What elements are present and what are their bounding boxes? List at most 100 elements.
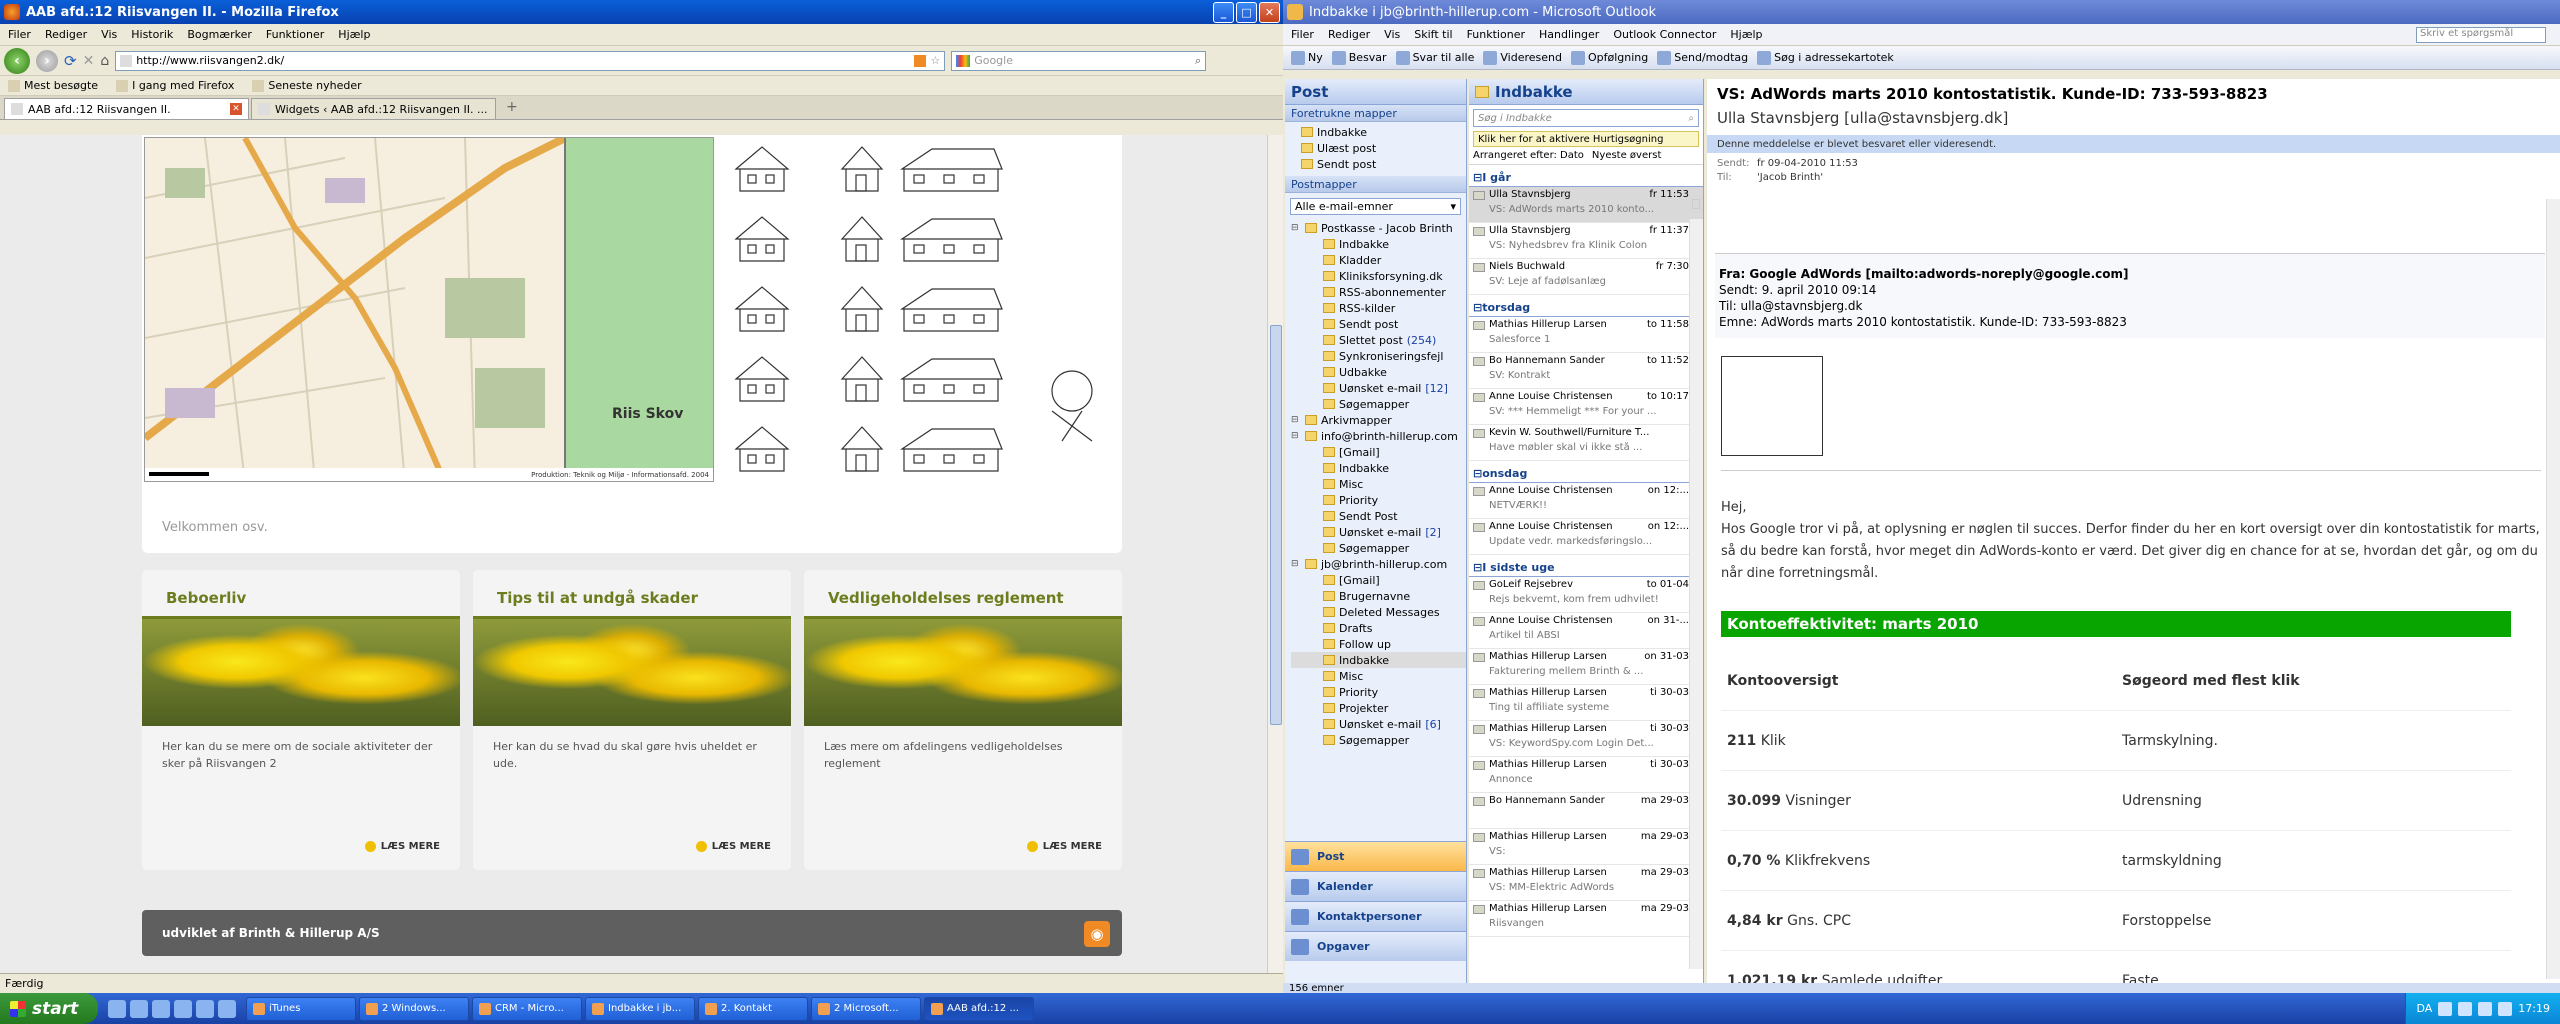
back-icon[interactable]: ‹ — [4, 47, 30, 74]
url-bar[interactable]: http://www.riisvangen2.dk/ ☆ — [115, 50, 946, 71]
folder-item[interactable]: RSS-kilder — [1291, 300, 1466, 316]
folder-item[interactable]: Priority — [1291, 492, 1466, 508]
toolbar-button[interactable]: Søg i adressekartotek — [1757, 50, 1894, 65]
message-row[interactable]: Kevin W. Southwell/Furniture T... Have mø… — [1469, 425, 1703, 461]
folder-item[interactable]: Søgemapper — [1291, 540, 1466, 556]
messenger-icon[interactable] — [2498, 1001, 2513, 1016]
firefox-titlebar[interactable]: AAB afd.:12 Riisvangen II. - Mozilla Fir… — [0, 0, 1283, 24]
folder-item[interactable]: Projekter — [1291, 700, 1466, 716]
bookmark-item[interactable]: Seneste nyheder — [252, 79, 362, 92]
message-row[interactable]: Mathias Hillerup Larsen on 31-03 Faktureri… — [1469, 649, 1703, 685]
folder-item[interactable]: Kliniksforsyning.dk — [1291, 268, 1466, 284]
message-row[interactable]: Mathias Hillerup Larsen ma 29-03 VS: — [1469, 829, 1703, 865]
list-scrollbar[interactable] — [1689, 219, 1703, 969]
collapse-icon[interactable]: ⊟ — [1473, 171, 1482, 184]
toolbar-button[interactable]: Opfølgning — [1570, 50, 1648, 65]
home-icon[interactable]: ⌂ — [100, 53, 109, 69]
message-row[interactable]: Mathias Hillerup Larsen ti 30-03 VS: Keywo… — [1469, 721, 1703, 757]
folder-item[interactable]: Slettet post (254) — [1291, 332, 1466, 348]
message-row[interactable]: Mathias Hillerup Larsen ti 30-03 Annonce — [1469, 757, 1703, 793]
folder-item[interactable]: Uønsket e-mail [12] — [1291, 380, 1466, 396]
taskbar-button[interactable]: 2 Windows... — [359, 996, 469, 1021]
folder-item[interactable]: Misc — [1291, 668, 1466, 684]
forward-icon[interactable]: › — [36, 49, 58, 72]
folder-item[interactable]: ⊟ jb@brinth-hillerup.com — [1291, 556, 1466, 572]
taskbar-button[interactable]: 2. Kontakt — [698, 996, 808, 1021]
read-more-link[interactable]: LÆS MERE — [695, 841, 771, 852]
taskbar-button[interactable]: CRM - Micro... — [472, 996, 582, 1021]
search-icon[interactable]: ⌕ — [1688, 113, 1698, 124]
tab-widgets[interactable]: Widgets ‹ AAB afd.:12 Riisvangen II. ... — [251, 98, 496, 119]
folder-item[interactable]: Søgemapper — [1291, 396, 1466, 412]
start-button[interactable]: start — [0, 993, 98, 1024]
group-header[interactable]: ⊟ torsdag — [1469, 299, 1703, 317]
group-header[interactable]: ⊟ I går — [1469, 169, 1703, 187]
message-row[interactable]: Ulla Stavnsbjerg fr 11:53 VS: AdWords mart… — [1469, 187, 1703, 223]
message-row[interactable]: Niels Buchwald fr 7:30 SV: Leje af fadølsa… — [1469, 259, 1703, 295]
toolbar-button[interactable]: Videresend — [1483, 50, 1562, 65]
menu-item[interactable]: Historik — [131, 28, 173, 41]
taskbar-button[interactable]: Indbakke i jb... — [585, 996, 695, 1021]
outlook-titlebar[interactable]: Indbakke i jb@brinth-hillerup.com - Micr… — [1283, 0, 2560, 24]
page-scrollbar[interactable] — [1267, 135, 1283, 973]
rss-icon[interactable]: ◉ — [1084, 921, 1110, 947]
folder-item[interactable]: ⊟ Arkivmapper — [1291, 412, 1466, 428]
folder-item[interactable]: [Gmail] — [1291, 444, 1466, 460]
toolbar-button[interactable]: Besvar — [1331, 50, 1387, 65]
favorite-folder[interactable]: Ulæst post — [1301, 140, 1466, 156]
folder-item[interactable]: Indbakke — [1291, 236, 1466, 252]
menu-item[interactable]: Skift til — [1414, 28, 1452, 41]
message-row[interactable]: Mathias Hillerup Larsen to 11:58 Salesforc… — [1469, 317, 1703, 353]
search-icon[interactable]: ⌕ — [1195, 54, 1205, 68]
menu-item[interactable]: Bogmærker — [187, 28, 252, 41]
reading-scrollbar[interactable] — [2546, 199, 2560, 979]
skype-icon[interactable] — [218, 999, 236, 1018]
folder-item[interactable]: Indbakke — [1291, 652, 1466, 668]
group-header[interactable]: ⊟ I sidste uge — [1469, 559, 1703, 577]
search-input[interactable]: Google ⌕ — [951, 50, 1207, 71]
minimize-button[interactable]: _ — [1213, 1, 1234, 23]
nav-button[interactable]: Kontaktpersoner — [1285, 901, 1466, 931]
menu-item[interactable]: Filer — [1291, 28, 1314, 41]
instant-search-input[interactable]: Søg i Indbakke ⌕ — [1473, 109, 1699, 127]
read-more-link[interactable]: LÆS MERE — [1026, 841, 1102, 852]
maximize-button[interactable]: □ — [1236, 1, 1257, 23]
nav-button[interactable]: Kalender — [1285, 871, 1466, 901]
favorite-folder[interactable]: Indbakke — [1301, 124, 1466, 140]
folder-item[interactable]: ⊟ Postkasse - Jacob Brinth — [1291, 220, 1466, 236]
folder-item[interactable]: [Gmail] — [1291, 572, 1466, 588]
favorite-folder[interactable]: Sendt post — [1301, 156, 1466, 172]
folder-item[interactable]: RSS-abonnementer — [1291, 284, 1466, 300]
toolbar-button[interactable]: Ny — [1291, 50, 1323, 65]
expand-icon[interactable]: ⊟ — [1291, 223, 1301, 233]
folder-item[interactable]: Uønsket e-mail [2] — [1291, 524, 1466, 540]
all-mail-dropdown[interactable]: Alle e-mail-emner ▾ — [1290, 198, 1461, 215]
nav-button[interactable]: Post — [1285, 841, 1466, 871]
message-row[interactable]: Mathias Hillerup Larsen ma 29-03 Riisvange… — [1469, 901, 1703, 937]
ie-icon[interactable] — [108, 999, 126, 1018]
folder-item[interactable]: Synkroniseringsfejl — [1291, 348, 1466, 364]
new-tab-icon[interactable]: + — [498, 99, 526, 119]
menu-item[interactable]: Handlinger — [1539, 28, 1599, 41]
menu-item[interactable]: Hjælp — [1730, 28, 1762, 41]
expand-icon[interactable]: ⊟ — [1291, 559, 1301, 569]
bookmark-star-icon[interactable]: ☆ — [930, 54, 944, 67]
outlook-icon[interactable] — [174, 999, 192, 1018]
folder-item[interactable]: Misc — [1291, 476, 1466, 492]
desktop-icon[interactable] — [130, 999, 148, 1018]
firefox-icon[interactable] — [196, 999, 214, 1018]
taskbar-button[interactable]: iTunes — [246, 996, 356, 1021]
menu-item[interactable]: Vis — [101, 28, 117, 41]
rss-feed-icon[interactable] — [914, 54, 927, 67]
menu-item[interactable]: Rediger — [1328, 28, 1370, 41]
folder-item[interactable]: Indbakke — [1291, 460, 1466, 476]
expand-icon[interactable]: ⊟ — [1291, 415, 1301, 425]
message-row[interactable]: Mathias Hillerup Larsen ma 29-03 VS: MM-El… — [1469, 865, 1703, 901]
explorer-icon[interactable] — [152, 999, 170, 1018]
collapse-icon[interactable]: ⊟ — [1473, 561, 1482, 574]
folder-item[interactable]: ⊟ info@brinth-hillerup.com — [1291, 428, 1466, 444]
arrange-bar[interactable]: Arrangeret efter: Dato Nyeste øverst — [1469, 147, 1703, 165]
activate-search-hint[interactable]: Klik her for at aktivere Hurtigsøgning — [1473, 131, 1699, 147]
taskbar-button[interactable]: AAB afd.:12 ... — [924, 996, 1034, 1021]
bookmark-item[interactable]: Mest besøgte — [8, 79, 98, 92]
